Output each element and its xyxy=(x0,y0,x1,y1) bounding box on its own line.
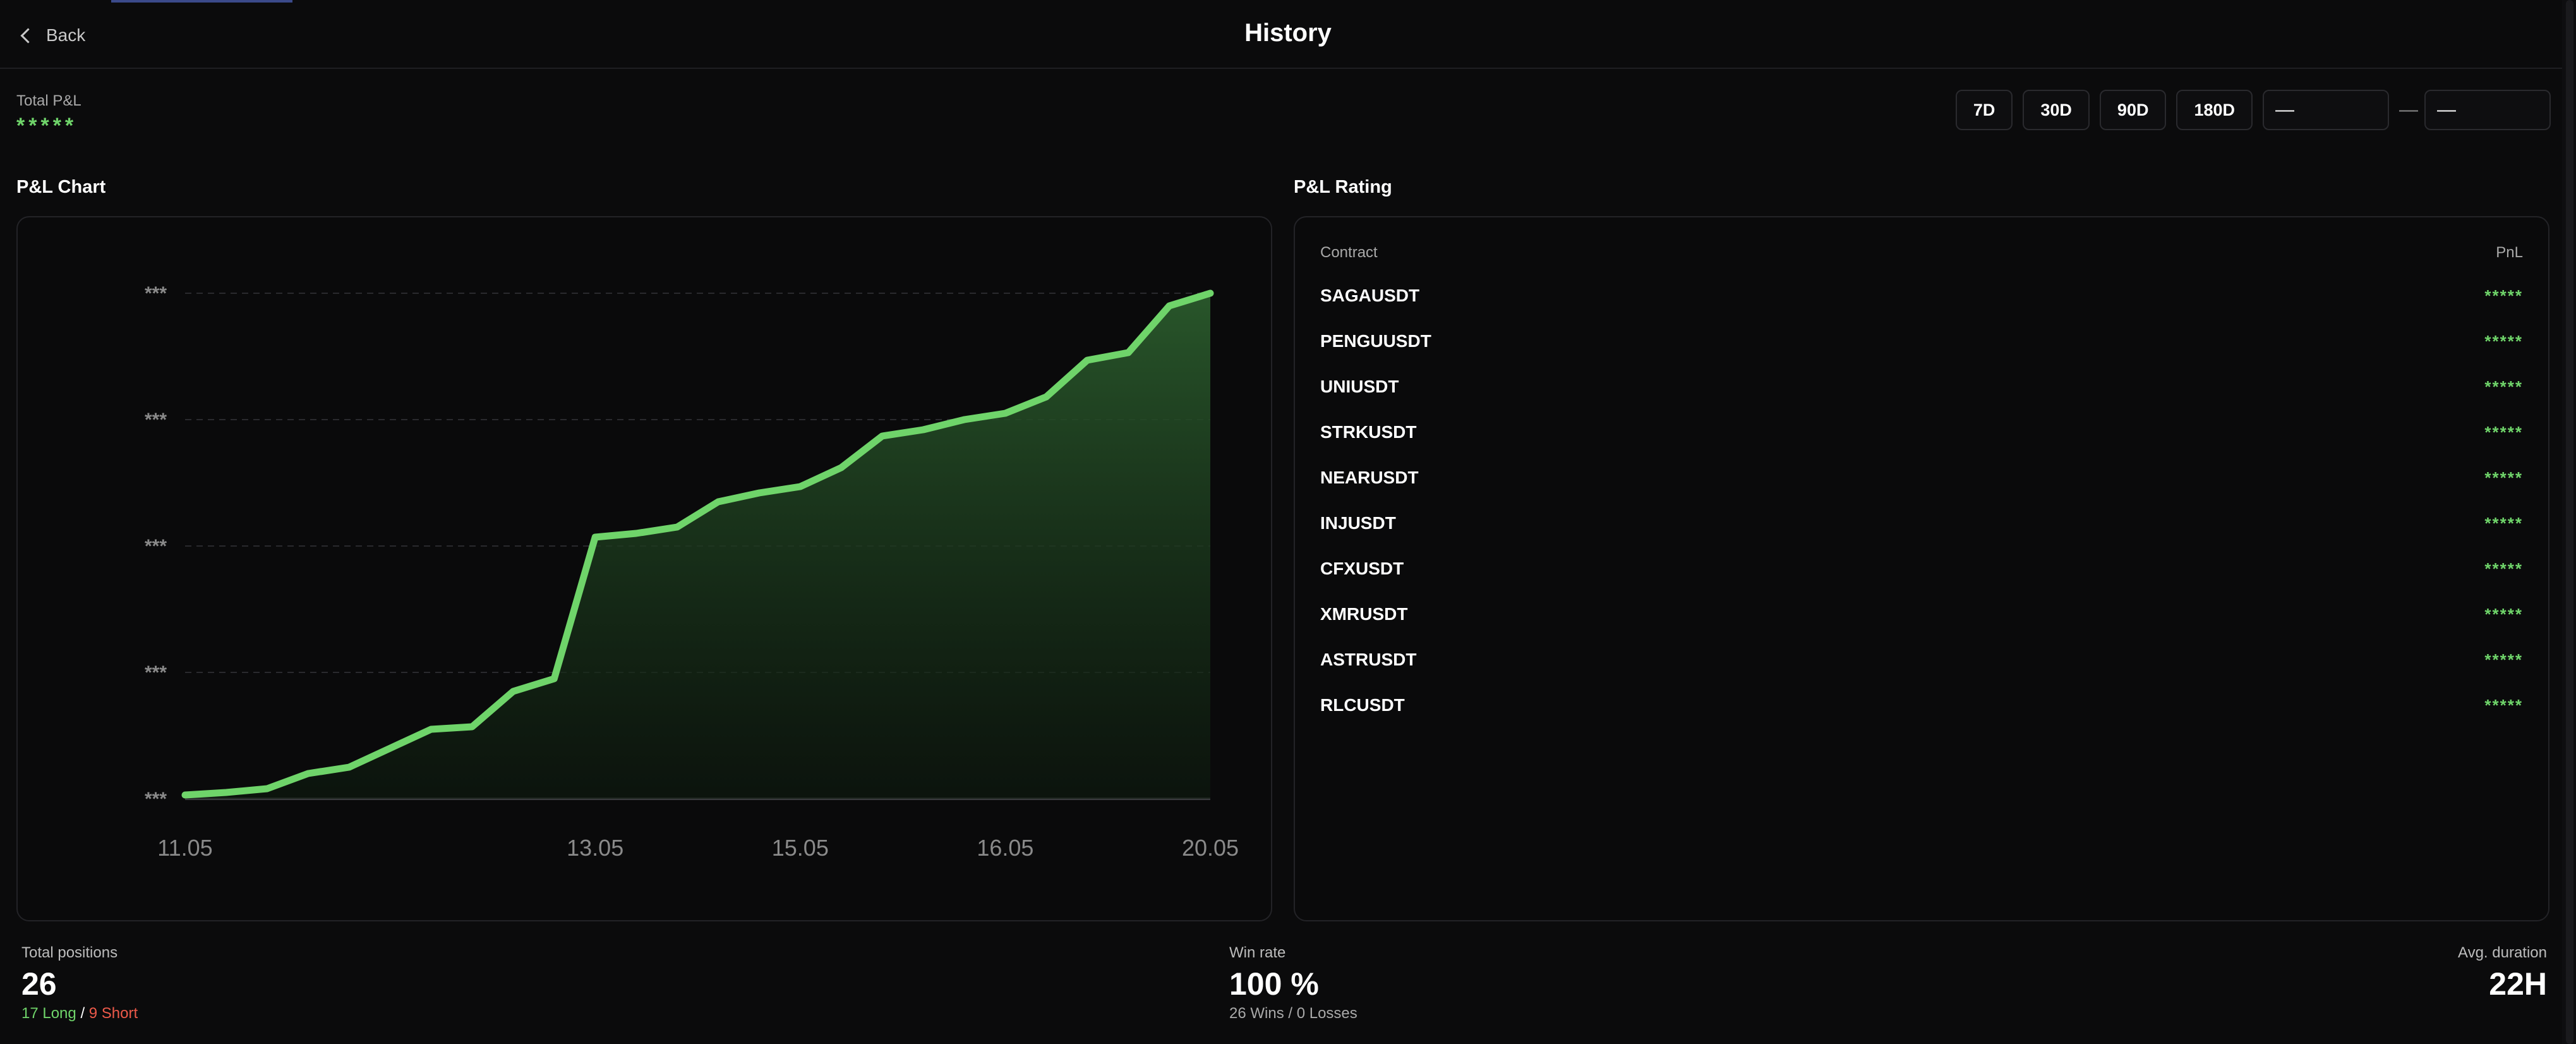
total-positions-value: 26 xyxy=(21,966,57,1002)
contract-pnl: ***** xyxy=(2484,377,2523,396)
contract-pnl: ***** xyxy=(2484,604,2523,624)
pnl-rating-panel: Contract PnL SAGAUSDT ***** PENGUUSDT *****… xyxy=(1294,216,2549,921)
win-loss-breakdown: 26 Wins / 0 Losses xyxy=(1229,1005,1357,1022)
contract-symbol: PENGUUSDT xyxy=(1320,331,1431,351)
contract-pnl: ***** xyxy=(2484,468,2523,487)
scrollbar-thumb[interactable] xyxy=(2566,0,2573,1044)
x-tick-label: 16.05 xyxy=(977,835,1033,861)
pnl-chart-panel: *** *** *** *** *** 11.05 13.05 15.05 16.05 20.0… xyxy=(16,216,1272,921)
rating-row[interactable]: SAGAUSDT ***** xyxy=(1320,273,2523,319)
rating-row[interactable]: UNIUSDT ***** xyxy=(1320,364,2523,410)
contract-pnl: ***** xyxy=(2484,695,2523,715)
avg-duration-label: Avg. duration xyxy=(2458,944,2547,961)
rating-row[interactable]: PENGUUSDT ***** xyxy=(1320,319,2523,364)
contract-symbol: ASTRUSDT xyxy=(1320,650,1417,669)
long-short-breakdown: 17 Long / 9 Short xyxy=(21,1005,138,1023)
rating-row[interactable]: ASTRUSDT ***** xyxy=(1320,637,2523,683)
contract-symbol: NEARUSDT xyxy=(1320,468,1419,487)
contract-pnl: ***** xyxy=(2484,513,2523,533)
contract-pnl: ***** xyxy=(2484,331,2523,351)
range-90d-button[interactable]: 90D xyxy=(2099,90,2167,130)
y-tick-label: *** xyxy=(145,662,167,683)
pnl-rating-title: P&L Rating xyxy=(1294,177,1392,197)
total-pnl-label: Total P&L xyxy=(16,92,81,109)
short-count: 9 Short xyxy=(88,1005,138,1022)
contract-symbol: STRKUSDT xyxy=(1320,422,1417,442)
contract-symbol: SAGAUSDT xyxy=(1320,286,1420,305)
contract-pnl: ***** xyxy=(2484,286,2523,305)
rating-row[interactable]: INJUSDT ***** xyxy=(1320,501,2523,546)
tab-accent-indicator xyxy=(111,0,292,3)
rating-row[interactable]: XMRUSDT ***** xyxy=(1320,592,2523,637)
contract-symbol: UNIUSDT xyxy=(1320,377,1399,396)
contract-column-header: Contract xyxy=(1320,244,1378,261)
long-short-separator: / xyxy=(80,1005,85,1022)
x-tick-label: 15.05 xyxy=(772,835,829,861)
y-tick-label: *** xyxy=(145,536,167,557)
date-separator: — xyxy=(2399,99,2418,120)
avg-duration-value: 22H xyxy=(2489,966,2547,1002)
contract-symbol: INJUSDT xyxy=(1320,513,1396,533)
top-bar: Back History xyxy=(0,0,2576,69)
contract-pnl: ***** xyxy=(2484,422,2523,442)
page-title: History xyxy=(1244,19,1332,47)
rating-header: Contract PnL xyxy=(1320,244,2523,262)
pnl-column-header: PnL xyxy=(2496,244,2523,261)
scrollbar-track[interactable] xyxy=(2562,0,2576,1044)
date-to-input[interactable]: — xyxy=(2424,90,2551,130)
rating-row[interactable]: RLCUSDT ***** xyxy=(1320,683,2523,728)
contract-symbol: XMRUSDT xyxy=(1320,604,1408,624)
y-tick-label: *** xyxy=(145,410,167,430)
date-range-filter: 7D 30D 90D 180D — — — xyxy=(1955,90,2551,130)
date-from-input[interactable]: — xyxy=(2263,90,2389,130)
contract-pnl: ***** xyxy=(2484,650,2523,669)
range-180d-button[interactable]: 180D xyxy=(2176,90,2253,130)
win-rate-value: 100 % xyxy=(1229,966,1319,1002)
rating-row[interactable]: STRKUSDT ***** xyxy=(1320,410,2523,455)
contract-symbol: CFXUSDT xyxy=(1320,559,1404,578)
pnl-chart-title: P&L Chart xyxy=(16,177,106,197)
contract-pnl: ***** xyxy=(2484,559,2523,578)
pnl-chart: *** *** *** *** *** 11.05 13.05 15.05 16.05 20.0… xyxy=(145,283,1239,861)
total-positions-label: Total positions xyxy=(21,944,118,961)
rating-row[interactable]: NEARUSDT ***** xyxy=(1320,455,2523,501)
win-rate-label: Win rate xyxy=(1229,944,1286,961)
x-tick-label: 11.05 xyxy=(157,835,212,861)
x-tick-label: 20.05 xyxy=(1182,835,1239,861)
contract-symbol: RLCUSDT xyxy=(1320,695,1405,715)
x-tick-label: 13.05 xyxy=(567,835,623,861)
range-7d-button[interactable]: 7D xyxy=(1955,90,2013,130)
rating-row[interactable]: CFXUSDT ***** xyxy=(1320,546,2523,592)
y-tick-label: *** xyxy=(145,283,167,304)
y-tick-label: *** xyxy=(145,789,167,810)
long-count: 17 Long xyxy=(21,1005,76,1022)
range-30d-button[interactable]: 30D xyxy=(2023,90,2090,130)
total-pnl-value: ***** xyxy=(16,114,78,138)
